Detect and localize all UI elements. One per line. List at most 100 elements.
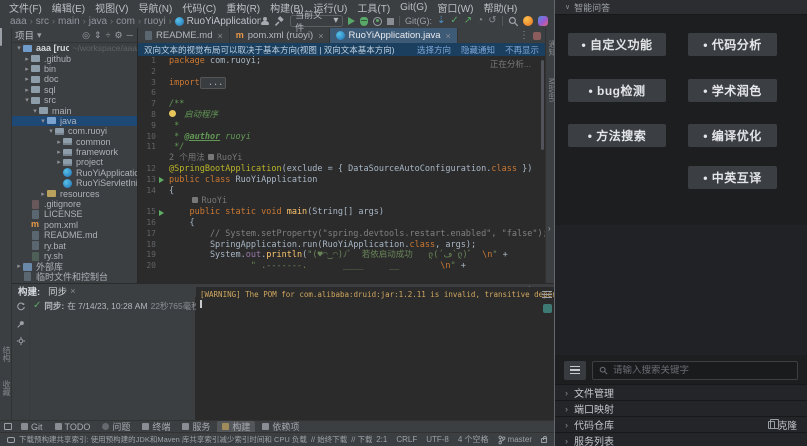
tree-item[interactable]: 临时文件和控制台 [12,272,137,282]
tree-expanded-icon[interactable]: ▾ [31,107,39,115]
tree-collapsed-icon[interactable]: ▸ [23,75,31,83]
close-tab-icon[interactable]: × [217,31,222,41]
panel-search-box[interactable] [592,361,798,380]
status-link[interactable]: // 下载一次 [351,434,372,445]
tree-collapsed-icon[interactable]: ▸ [23,65,31,73]
intention-bulb-icon[interactable] [169,110,176,117]
locate-file-icon[interactable]: ◎ [81,30,91,41]
hamburger-menu-button[interactable] [564,361,586,380]
lock-icon[interactable] [541,438,547,443]
tree-collapsed-icon[interactable]: ▸ [15,262,23,270]
assistant-button[interactable]: • bug检测 [568,79,666,102]
run-gutter-icon[interactable] [159,210,164,216]
assistant-button[interactable]: • 编译优化 [688,124,777,147]
user-icon[interactable] [261,17,270,26]
menu-item[interactable]: 窗口(W) [432,0,478,15]
vcs-update-icon[interactable]: ⇣ [437,16,445,26]
scroll-to-end-icon[interactable] [543,304,552,313]
vcs-rollback-icon[interactable]: ↺ [488,16,496,26]
menu-item[interactable]: 代码(C) [177,0,221,15]
vcs-push-icon[interactable]: ↗ [464,16,472,26]
project-panel-title[interactable]: 项目 [15,28,34,42]
close-tab-icon[interactable]: × [446,31,451,41]
tree-item[interactable]: ▸sql [12,85,137,95]
tool-window-button-build[interactable]: 构建 [217,421,255,433]
assistant-chat-area[interactable] [555,225,807,355]
tree-item[interactable]: ▾main [12,105,137,115]
tree-collapsed-icon[interactable]: ▸ [39,190,47,198]
breadcrumb-item[interactable]: src [36,16,49,27]
menu-item[interactable]: 视图(V) [90,0,133,15]
assistant-button[interactable]: • 学术润色 [688,79,777,102]
vcs-history-icon[interactable]: ◔ [477,16,483,26]
indent-size[interactable]: 4 个空格 [458,434,489,445]
tree-item[interactable]: pom.xml [12,220,137,230]
tree-item[interactable]: ▸doc [12,74,137,84]
editor-tab[interactable]: RuoYiApplication.java× [330,28,457,43]
tree-expanded-icon[interactable]: ▾ [47,127,55,135]
code-editor[interactable]: 1package com.ruoyi;23import ...67/**8 启动… [138,56,545,283]
assistant-plugin-icon[interactable] [533,32,541,40]
menu-item[interactable]: 导航(N) [133,0,177,15]
debug-button[interactable] [360,17,368,26]
editor-scrollbar[interactable] [541,60,544,150]
build-console[interactable]: [WARNING] The POM for com.alibaba:druid:… [196,287,554,420]
clone-button[interactable]: 克隆 [768,418,797,432]
tree-collapsed-icon[interactable]: ▸ [55,138,63,146]
menu-item[interactable]: 工具(T) [352,0,395,15]
tree-item[interactable]: ▸framework [12,147,137,157]
breadcrumb-item[interactable]: ruoyi [144,16,166,27]
tree-item[interactable]: README.md [12,230,137,240]
banner-link[interactable]: 隐藏通知 [461,44,495,56]
breadcrumb-item[interactable]: com [116,16,135,27]
breadcrumb-item[interactable]: main [58,16,80,27]
run-gutter-icon[interactable] [159,177,164,183]
coverage-button[interactable] [373,17,382,26]
tree-item[interactable]: ▸resources [12,188,137,198]
kebab-menu-icon[interactable]: ⋮ [519,31,529,41]
tree-item[interactable]: ▸project [12,157,137,167]
settings-icon[interactable]: ⚙ [114,30,124,41]
tree-item[interactable]: RuoYiApplication [12,168,137,178]
tool-window-button-todo[interactable]: TODO [50,421,96,433]
soft-wrap-icon[interactable] [542,291,552,298]
breadcrumb-item[interactable]: aaa [10,16,27,27]
tool-window-button-dependencies[interactable]: 依赖项 [257,421,304,433]
banner-link[interactable]: 选择方向 [417,44,451,56]
collapse-all-icon[interactable]: ÷ [105,30,112,40]
menu-item[interactable]: 文件(F) [4,0,47,15]
assistant-button[interactable]: • 自定义功能 [568,33,666,56]
panel-section[interactable]: ›服务列表 [555,432,807,446]
assistant-button[interactable]: • 代码分析 [688,33,777,56]
build-sync-pane[interactable]: ✓ 同步: 在 7/14/23, 10:28 AM 22秒765毫秒 [30,297,196,420]
close-icon[interactable]: × [70,286,75,296]
stop-button[interactable] [387,18,394,25]
expand-all-icon[interactable]: ⇕ [93,30,103,41]
menu-item[interactable]: 重构(R) [221,0,265,15]
stripe-toggle-icon[interactable] [4,423,12,430]
tree-item[interactable]: ▾src [12,95,137,105]
breadcrumb-item[interactable]: RuoYiApplication [175,16,261,27]
vcs-commit-icon[interactable]: ✓ [450,16,458,26]
tree-item[interactable]: RuoYiServletInitiali [12,178,137,188]
build-hammer-icon[interactable] [274,16,285,27]
editor-tab[interactable]: README.md× [138,28,230,43]
sync-status-row[interactable]: ✓ 同步: 在 7/14/23, 10:28 AM 22秒765毫秒 [33,300,192,312]
tree-item[interactable]: ▸common [12,137,137,147]
plugin-colored-icon[interactable] [538,16,548,26]
tree-collapsed-icon[interactable]: ▸ [55,158,63,166]
favorites-stripe-button[interactable]: 收藏 [1,380,12,396]
menu-item[interactable]: Git(G) [395,2,432,13]
tree-expanded-icon[interactable]: ▾ [23,96,31,104]
tree-expanded-icon[interactable]: ▾ [15,44,23,52]
tool-window-button-services[interactable]: 服务 [177,421,215,433]
tool-window-button-git[interactable]: Git [16,421,48,433]
tool-window-button-problems[interactable]: 问题 [97,421,135,433]
tree-collapsed-icon[interactable]: ▸ [23,86,31,94]
panel-section[interactable]: ›文件管理 [555,384,807,400]
plugin-orange-icon[interactable] [523,16,533,26]
panel-section[interactable]: ›代码仓库克隆 [555,416,807,432]
search-icon[interactable] [508,16,519,27]
hide-panel-icon[interactable]: ─ [126,30,134,40]
encoding[interactable]: UTF-8 [426,435,449,444]
